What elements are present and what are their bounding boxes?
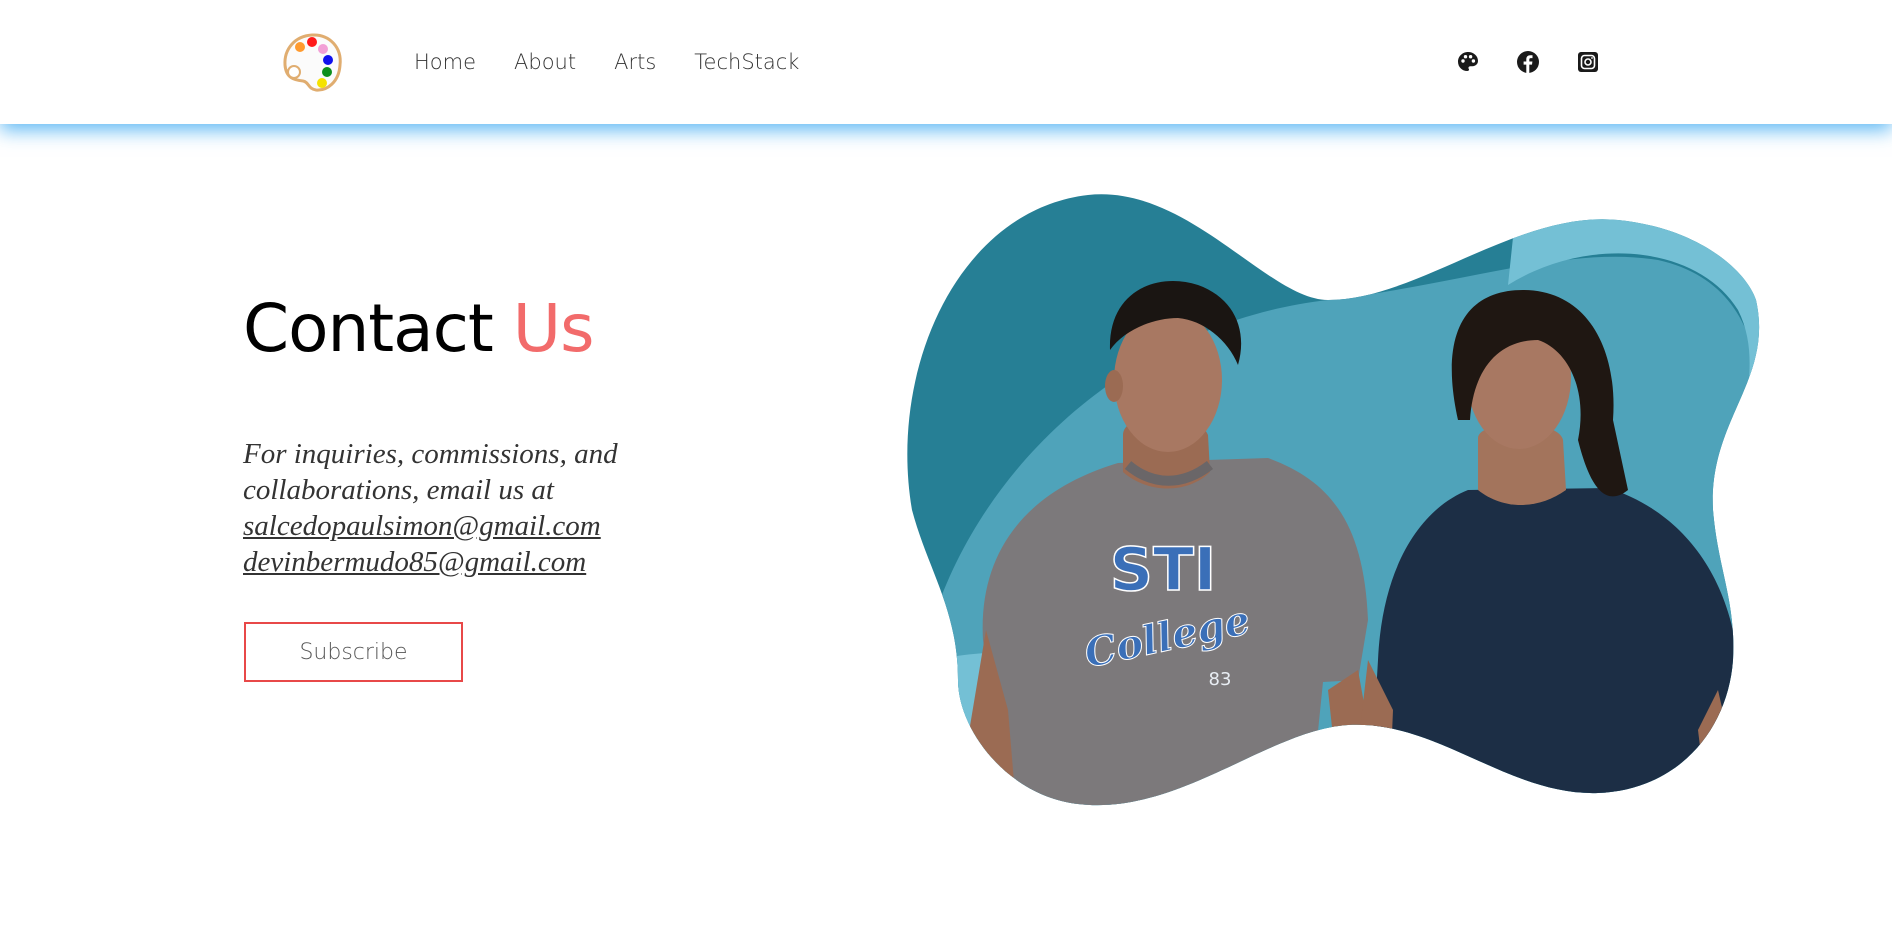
shirt-text-sti: STI bbox=[1110, 535, 1216, 605]
main-nav: Home About Arts TechStack bbox=[414, 46, 799, 78]
nav-link-techstack[interactable]: TechStack bbox=[694, 46, 799, 78]
instagram-icon[interactable] bbox=[1576, 50, 1600, 74]
nav-link-home[interactable]: Home bbox=[414, 46, 476, 78]
contact-intro-text: For inquiries, commissions, and collabor… bbox=[243, 438, 618, 506]
contact-heading-main: Contact bbox=[243, 290, 494, 367]
email-link-paul[interactable]: salcedopaulsimon@gmail.com bbox=[243, 508, 713, 544]
shirt-text-number: 83 bbox=[1209, 669, 1232, 690]
contact-heading-accent: Us bbox=[512, 290, 595, 367]
blob-background: STI College 83 bbox=[907, 194, 1760, 806]
contact-heading: Contact Us bbox=[243, 290, 595, 367]
contact-info: For inquiries, commissions, and collabor… bbox=[243, 436, 713, 580]
social-links bbox=[1456, 50, 1600, 74]
nav-link-about[interactable]: About bbox=[514, 46, 576, 78]
email-link-devin[interactable]: devinbermudo85@gmail.com bbox=[243, 544, 713, 580]
nav-link-arts[interactable]: Arts bbox=[614, 46, 656, 78]
palette-logo[interactable] bbox=[282, 32, 344, 94]
navbar: Home About Arts TechStack bbox=[0, 0, 1892, 124]
palette-icon[interactable] bbox=[1456, 50, 1480, 74]
facebook-icon[interactable] bbox=[1516, 50, 1540, 74]
hero-illustration: STI College 83 bbox=[907, 194, 1760, 806]
subscribe-button[interactable]: Subscribe bbox=[244, 622, 463, 682]
